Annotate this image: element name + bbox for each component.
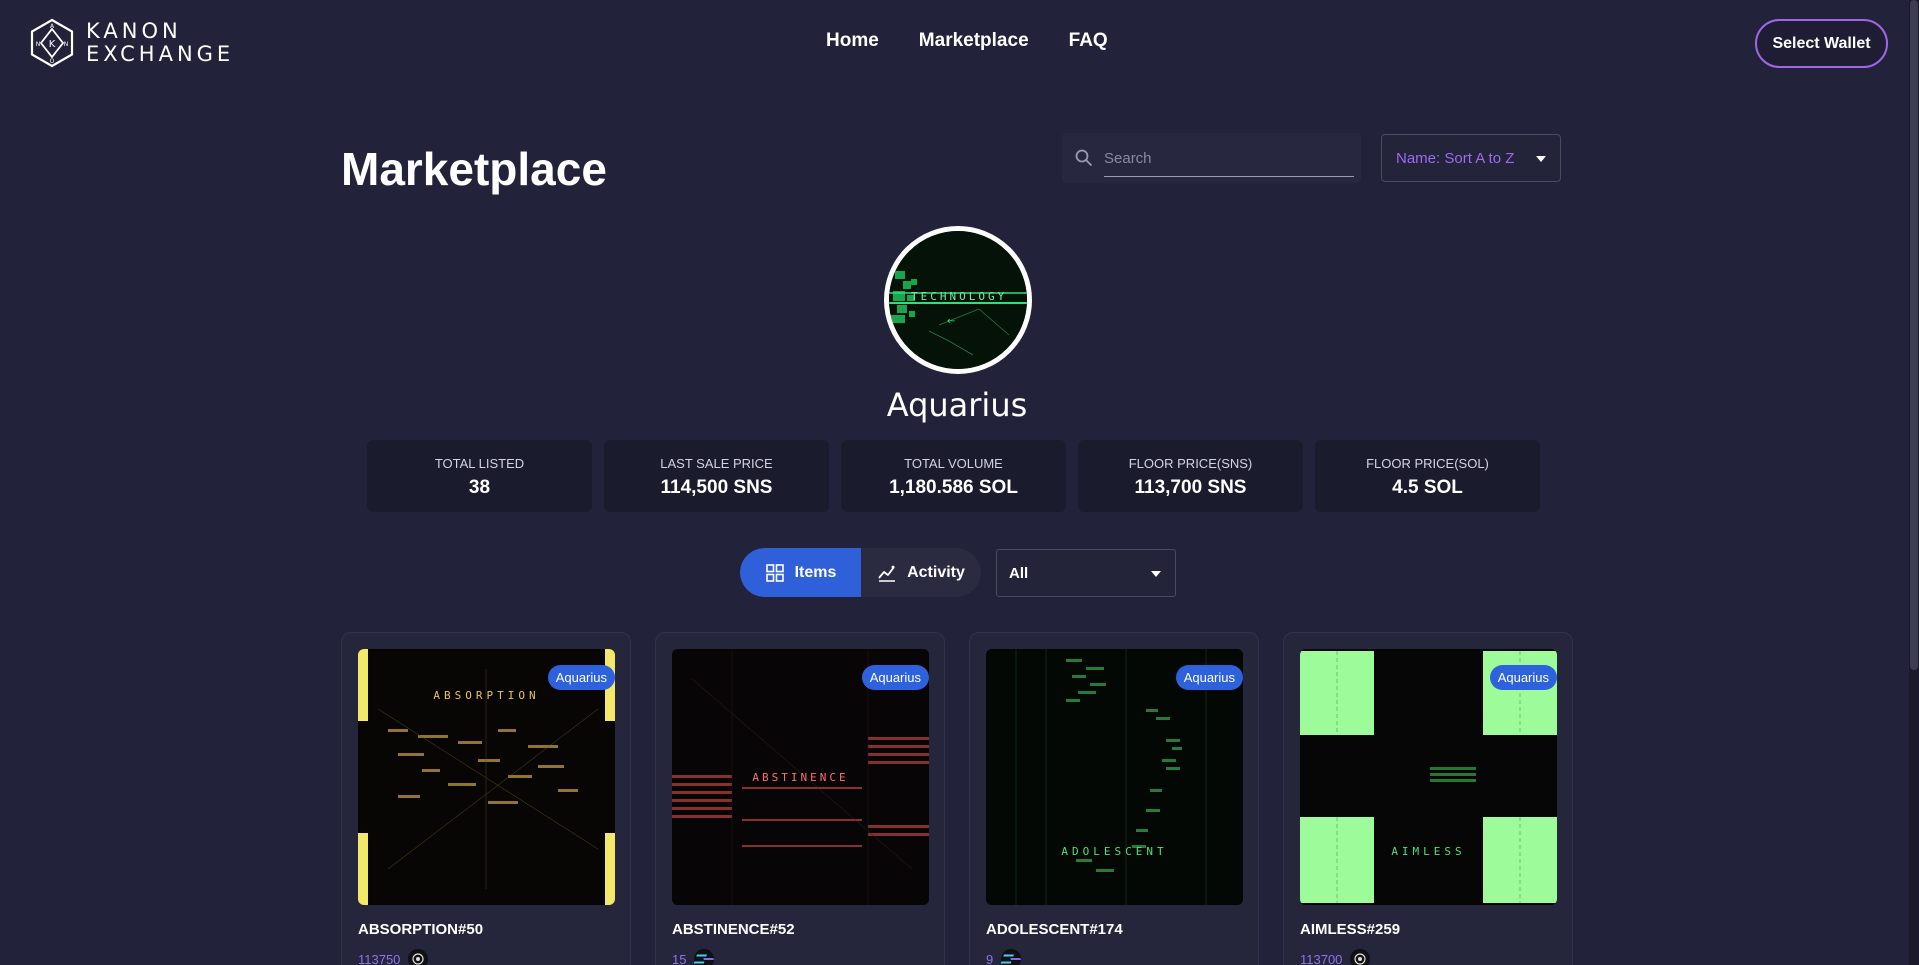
collection-badge: Aquarius xyxy=(547,665,615,690)
tab-items[interactable]: Items xyxy=(740,548,861,597)
scrollbar-thumb[interactable] xyxy=(1910,0,1918,670)
filter-dropdown[interactable]: All xyxy=(996,549,1176,597)
stat-label: TOTAL LISTED xyxy=(434,456,525,471)
nft-card[interactable]: ABSTINENCE Aquarius ABSTINENCE#52 15 xyxy=(655,632,945,965)
nav-home[interactable]: Home xyxy=(826,30,879,52)
tab-activity[interactable]: Activity xyxy=(861,548,981,597)
collection-name: Aquarius xyxy=(886,386,1028,424)
nft-title: ABSTINENCE#52 xyxy=(672,921,795,938)
sol-coin-icon xyxy=(1001,949,1022,965)
avatar-art-text: TECHNOLOGY xyxy=(911,290,1007,303)
sort-dropdown[interactable]: Name: Sort A to Z xyxy=(1381,134,1561,182)
nft-art-word: ABSTINENCE xyxy=(752,771,848,784)
nav-faq[interactable]: FAQ xyxy=(1069,30,1108,52)
brand-line-1: KANON xyxy=(86,19,182,43)
stat-label: FLOOR PRICE(SNS) xyxy=(1128,456,1253,471)
stat-label: FLOOR PRICE(SOL) xyxy=(1366,456,1489,471)
kanon-hexagon-logo-icon: K A O N N xyxy=(30,18,74,68)
stat-value: 38 xyxy=(468,477,491,498)
stat-floor-price-sns: FLOOR PRICE(SNS) 113,700 SNS xyxy=(1078,440,1303,512)
stat-total-listed: TOTAL LISTED 38 xyxy=(367,440,592,512)
svg-text:O: O xyxy=(50,58,55,65)
nft-grid: ABSORPTION Aquarius ABSORPTION#50 113750 xyxy=(341,632,1573,965)
nft-price: 113750 xyxy=(358,949,429,965)
nft-title: ADOLESCENT#174 xyxy=(986,921,1123,938)
stat-total-volume: TOTAL VOLUME 1,180.586 SOL xyxy=(841,440,1066,512)
chevron-down-icon xyxy=(1151,571,1161,577)
nft-price: 15 xyxy=(672,949,715,965)
collection-badge: Aquarius xyxy=(861,665,929,690)
nft-title: AIMLESS#259 xyxy=(1300,921,1401,938)
nft-image[interactable]: AIMLESS Aquarius xyxy=(1300,649,1557,905)
page-scrollbar[interactable] xyxy=(1909,0,1919,965)
collection-badge: Aquarius xyxy=(1489,665,1557,690)
activity-chart-icon xyxy=(878,565,896,582)
stat-label: LAST SALE PRICE xyxy=(660,456,773,471)
search-input[interactable] xyxy=(1104,141,1354,177)
stat-last-sale-price: LAST SALE PRICE 114,500 SNS xyxy=(604,440,829,512)
svg-text:A: A xyxy=(50,23,55,30)
collection-stats: TOTAL LISTED 38 LAST SALE PRICE 114,500 … xyxy=(367,440,1540,512)
sns-coin-icon xyxy=(408,949,429,965)
select-wallet-button[interactable]: Select Wallet xyxy=(1755,19,1888,68)
nft-image[interactable]: ABSTINENCE Aquarius xyxy=(672,649,929,905)
main-nav: Home Marketplace FAQ xyxy=(826,30,1108,52)
tab-activity-label: Activity xyxy=(907,563,965,581)
search-box xyxy=(1062,133,1361,183)
collection-avatar: TECHNOLOGY ← xyxy=(884,226,1032,374)
nft-title: ABSORPTION#50 xyxy=(358,921,484,938)
page-title: Marketplace xyxy=(341,143,607,195)
view-toggle: Items Activity xyxy=(740,548,981,597)
grid-icon xyxy=(765,563,784,582)
chevron-down-icon xyxy=(1536,156,1546,162)
nft-price-value: 15 xyxy=(672,951,687,965)
search-icon xyxy=(1075,149,1092,166)
top-header: K A O N N KANON EXCHANGE Home Marketplac… xyxy=(0,0,1919,86)
sort-selected-value: Name: Sort A to Z xyxy=(1396,150,1515,167)
stat-value: 1,180.586 SOL xyxy=(889,477,1018,498)
stat-value: 113,700 SNS xyxy=(1134,477,1247,498)
filter-selected-value: All xyxy=(1009,565,1029,582)
nft-art-word: ADOLESCENT xyxy=(1061,845,1167,858)
sol-coin-icon xyxy=(694,949,715,965)
nft-price-value: 113750 xyxy=(358,951,401,965)
nft-price-value: 113700 xyxy=(1300,951,1343,965)
nft-price: 113700 xyxy=(1300,949,1371,965)
svg-text:N: N xyxy=(36,41,41,48)
brand-logo[interactable]: K A O N N KANON EXCHANGE xyxy=(30,18,234,68)
nft-art-word: AIMLESS xyxy=(1391,845,1465,858)
nav-marketplace[interactable]: Marketplace xyxy=(919,30,1029,52)
stat-value: 114,500 SNS xyxy=(660,477,773,498)
collection-avatar-art: TECHNOLOGY ← xyxy=(889,231,1027,369)
svg-text:N: N xyxy=(64,41,69,48)
stat-label: TOTAL VOLUME xyxy=(904,456,1003,471)
nft-art-word: ABSORPTION xyxy=(433,689,539,702)
stat-floor-price-sol: FLOOR PRICE(SOL) 4.5 SOL xyxy=(1315,440,1540,512)
sns-coin-icon xyxy=(1350,949,1371,965)
nft-card[interactable]: ABSORPTION Aquarius ABSORPTION#50 113750 xyxy=(341,632,631,965)
tab-items-label: Items xyxy=(794,563,837,581)
nft-price: 9 xyxy=(986,949,1022,965)
svg-text:K: K xyxy=(49,39,56,50)
nft-card[interactable]: ADOLESCENT Aquarius ADOLESCENT#174 9 xyxy=(969,632,1259,965)
brand-line-2: EXCHANGE xyxy=(86,42,235,66)
nft-image[interactable]: ABSORPTION Aquarius xyxy=(358,649,615,905)
nft-price-value: 9 xyxy=(986,951,994,965)
nft-card[interactable]: AIMLESS Aquarius AIMLESS#259 113700 xyxy=(1283,632,1573,965)
nft-image[interactable]: ADOLESCENT Aquarius xyxy=(986,649,1243,905)
stat-value: 4.5 SOL xyxy=(1392,477,1463,498)
collection-badge: Aquarius xyxy=(1175,665,1243,690)
svg-text:←: ← xyxy=(947,316,955,327)
